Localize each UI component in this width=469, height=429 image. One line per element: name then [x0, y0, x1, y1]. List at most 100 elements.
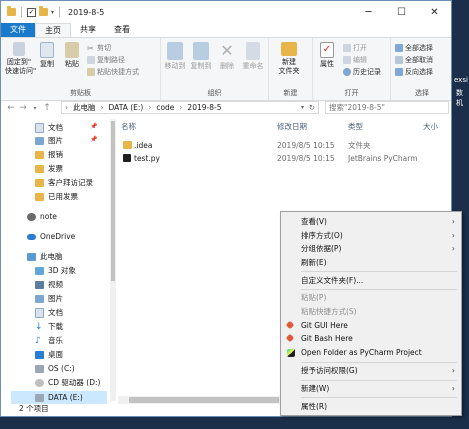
invert-selection-button[interactable]: 反向选择	[395, 67, 433, 77]
ribbon: 固定到" 快速访问" 复制 粘贴 ✂ 剪切 复制路径 粘贴快捷方式 剪贴板 移动到…	[1, 37, 451, 101]
new-folder-icon[interactable]	[39, 6, 48, 16]
menu-open-pycharm[interactable]: Open Folder as PyCharm Project	[287, 347, 455, 359]
history-button[interactable]: 历史记录	[343, 67, 381, 77]
title-bar: ✓ ▾ 2019-8-5 ─ ☐ ✕	[1, 1, 451, 23]
new-folder-button[interactable]: 新建 文件夹	[273, 42, 305, 76]
delete-button[interactable]: ✕ 删除	[217, 42, 237, 71]
video-icon	[35, 280, 44, 289]
desktop-text-1: exsi	[454, 76, 468, 84]
rename-button[interactable]: 重命名	[241, 42, 265, 71]
select-all-button[interactable]: 全部选择	[395, 43, 433, 53]
nav-item-downloads[interactable]: ↓ 下载	[35, 320, 63, 333]
menu-git-bash[interactable]: Git Bash Here	[285, 333, 455, 345]
nav-item-desktop[interactable]: 桌面	[35, 348, 63, 361]
close-button[interactable]: ✕	[418, 1, 451, 23]
copy-path-button[interactable]: 复制路径	[87, 55, 125, 65]
nav-item-baoxiao[interactable]: 报销	[35, 148, 63, 161]
up-arrow-icon[interactable]: ↑	[41, 103, 53, 113]
desktop-text-2: 数机	[456, 89, 463, 107]
column-date[interactable]: 修改日期	[277, 121, 307, 132]
nav-item-onedrive[interactable]: OneDrive	[27, 230, 75, 243]
copy-button[interactable]: 复制	[37, 42, 57, 69]
address-dropdown-icon[interactable]: ▾	[301, 104, 304, 111]
folder-icon	[7, 6, 16, 16]
move-to-button[interactable]: 移动到	[163, 42, 187, 71]
menu-sort-by[interactable]: 排序方式(O) ›	[301, 230, 455, 242]
window-title: 2019-8-5	[68, 7, 105, 17]
new-group: 新建 文件夹 新建	[269, 38, 313, 100]
nav-item-fapiao[interactable]: 发票	[35, 162, 63, 175]
menu-paste[interactable]: 粘贴(P)	[301, 292, 455, 304]
pin-icon-documents[interactable]: 📌	[90, 123, 97, 130]
search-input[interactable]: 搜索"2019-8-5"	[325, 101, 449, 114]
edit-button[interactable]: 编辑	[343, 55, 367, 65]
menu-new[interactable]: 新建(W) ›	[301, 383, 455, 395]
select-none-icon	[395, 56, 403, 64]
properties-check-large-icon: ✓	[320, 42, 334, 58]
nav-item-documents-pc[interactable]: 文档	[35, 306, 63, 319]
submenu-arrow-icon: ›	[451, 217, 455, 226]
copy-path-icon	[87, 56, 95, 64]
minimize-button[interactable]: ─	[352, 1, 385, 23]
paste-shortcut-button[interactable]: 粘贴快捷方式	[87, 67, 139, 77]
recent-chevron-icon[interactable]: ▾	[29, 105, 41, 112]
column-size[interactable]: 大小	[423, 121, 438, 132]
crumb-code[interactable]: code	[156, 103, 174, 112]
properties-check-icon[interactable]: ✓	[27, 7, 36, 17]
organize-group: 移动到 复制到 ✕ 删除 重命名 组织	[161, 38, 269, 100]
nav-scrollbar-thumb[interactable]	[111, 121, 115, 281]
menu-customize-folder[interactable]: 自定义文件夹(F)...	[301, 275, 455, 287]
menu-git-gui[interactable]: Git GUI Here	[285, 320, 455, 332]
open-button[interactable]: 打开	[343, 43, 367, 53]
drive-icon	[35, 364, 44, 373]
menu-give-access[interactable]: 授予访问权限(G) ›	[301, 365, 455, 377]
crumb-this-pc[interactable]: 此电脑	[73, 102, 96, 113]
tab-file[interactable]: 文件	[1, 23, 35, 37]
menu-group-by[interactable]: 分组依据(P) ›	[301, 243, 455, 255]
address-bar[interactable]: › 此电脑 › DATA (E:) › code › 2019-8-5 ▾ ↻	[61, 101, 319, 114]
nav-item-pictures[interactable]: 图片	[35, 134, 63, 147]
nav-item-music[interactable]: ♪ 音乐	[35, 334, 63, 347]
scissors-icon: ✂	[87, 44, 94, 53]
menu-paste-shortcut[interactable]: 粘贴快捷方式(S)	[301, 306, 455, 318]
back-arrow-icon[interactable]: ←	[5, 103, 17, 113]
pictures-icon	[35, 136, 44, 145]
folder-icon	[35, 164, 44, 173]
file-date: 2019/8/5 10:15	[277, 140, 335, 150]
refresh-icon[interactable]: ↻	[309, 103, 315, 112]
cut-button[interactable]: ✂ 剪切	[87, 43, 111, 53]
nav-item-documents[interactable]: 文档	[35, 121, 63, 134]
nav-item-os-c[interactable]: OS (C:)	[35, 362, 75, 375]
column-type[interactable]: 类型	[348, 121, 363, 132]
nav-item-videos[interactable]: 视频	[35, 278, 63, 291]
menu-refresh[interactable]: 刷新(E)	[301, 257, 455, 269]
crumb-data-drive[interactable]: DATA (E:)	[109, 103, 144, 112]
menu-properties[interactable]: 属性(R)	[301, 401, 455, 413]
paste-button[interactable]: 粘贴	[61, 42, 83, 69]
nav-item-pictures-pc[interactable]: 图片	[35, 292, 63, 305]
maximize-button[interactable]: ☐	[385, 1, 418, 23]
tab-view[interactable]: 查看	[105, 23, 139, 37]
git-bash-icon	[285, 333, 295, 343]
nav-item-note[interactable]: note	[27, 210, 57, 223]
customize-qa-chevron-icon[interactable]: ▾	[51, 9, 54, 16]
nav-item-this-pc[interactable]: 此电脑	[27, 250, 63, 263]
tab-share[interactable]: 共享	[71, 23, 105, 37]
nav-item-used-invoices[interactable]: 已用发票	[35, 190, 78, 203]
document-icon	[35, 122, 44, 133]
new-group-label: 新建	[283, 89, 298, 97]
column-name[interactable]: 名称	[121, 121, 136, 132]
nav-item-client-visits[interactable]: 客户拜访记录	[35, 176, 93, 189]
pin-icon-pictures[interactable]: 📌	[90, 136, 97, 143]
crumb-current-folder[interactable]: 2019-8-5	[187, 103, 221, 112]
submenu-arrow-icon: ›	[451, 231, 455, 240]
properties-button[interactable]: ✓ 属性	[316, 42, 338, 69]
nav-item-cd-drive[interactable]: CD 驱动器 (D:)	[35, 376, 100, 389]
forward-arrow-icon[interactable]: →	[17, 103, 29, 113]
tab-home[interactable]: 主页	[35, 23, 71, 38]
pin-quick-access-button[interactable]: 固定到" 快速访问"	[5, 42, 36, 76]
select-none-button[interactable]: 全部取消	[395, 55, 433, 65]
menu-view[interactable]: 查看(V) ›	[301, 216, 455, 228]
nav-item-3d-objects[interactable]: 3D 对象	[35, 264, 76, 277]
copy-to-button[interactable]: 复制到	[189, 42, 213, 71]
